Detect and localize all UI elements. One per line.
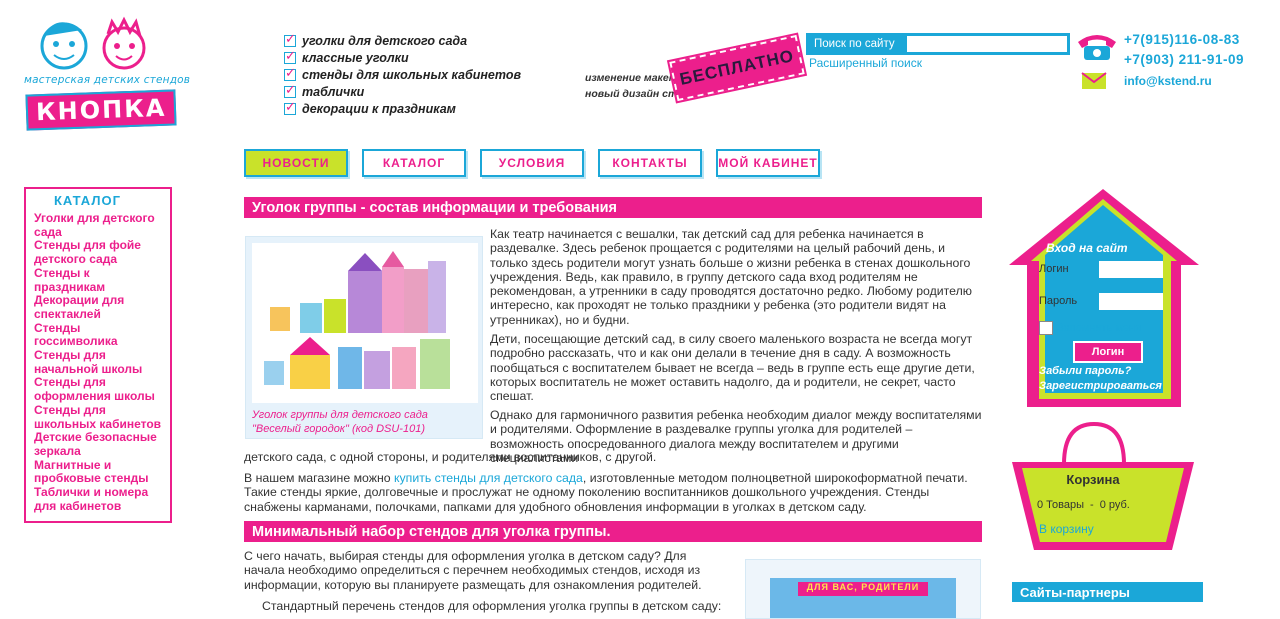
phone-icon	[1078, 35, 1116, 60]
login-form: Вход на сайт Логин Пароль Запомнить меня…	[1033, 241, 1173, 392]
feature-label: таблички	[302, 84, 365, 99]
login-button[interactable]: Логин	[1073, 341, 1143, 363]
email-link[interactable]: info@kstend.ru	[1124, 74, 1212, 88]
login-title: Вход на сайт	[1046, 241, 1128, 255]
partners-heading: Сайты-партнеры	[1012, 582, 1203, 602]
search-input[interactable]	[906, 35, 1068, 53]
catalog-title: КАТАЛОГ	[54, 193, 121, 208]
nav-tab-account[interactable]: МОЙ КАБИНЕТ	[716, 149, 820, 177]
site-logo[interactable]: мастерская детских стендов КНОПКА	[22, 8, 222, 131]
catalog-item[interactable]: Стенды госсимволика	[34, 321, 162, 349]
logo-tagline: мастерская детских стендов	[24, 74, 191, 86]
feature-label: уголки для детского сада	[302, 34, 468, 49]
cart-block: Корзина 0 Товары - 0 руб. В корзину	[1008, 420, 1198, 555]
main-nav: НОВОСТИ КАТАЛОГ УСЛОВИЯ КОНТАКТЫ МОЙ КАБ…	[244, 149, 820, 177]
feature-item[interactable]: классные уголки	[284, 48, 521, 67]
remember-label: Запомнить меня	[1057, 322, 1142, 334]
stand-banner: ДЛЯ ВАС, РОДИТЕЛИ	[798, 582, 928, 596]
feature-label: декорации к праздникам	[302, 101, 456, 116]
login-house: Вход на сайт Логин Пароль Запомнить меня…	[1005, 185, 1201, 415]
checkbox-icon	[284, 82, 296, 98]
article-figure: Уголок группы для детского сада "Веселый…	[245, 236, 483, 439]
cart-sep: -	[1090, 499, 1094, 511]
catalog-sidebar: КАТАЛОГ Уголки для детского сада Стенды …	[24, 187, 172, 523]
checkbox-icon	[284, 99, 296, 115]
search-label: Поиск по сайту	[814, 38, 895, 50]
text-span: В нашем магазине можно	[244, 471, 395, 485]
forgot-password-link[interactable]: Забыли пароль?	[1039, 365, 1131, 377]
nav-tab-catalog[interactable]: КАТАЛОГ	[362, 149, 466, 177]
phone-2[interactable]: +7(903) 211-91-09	[1124, 52, 1244, 67]
article-title: Уголок группы - состав информации и треб…	[244, 197, 982, 218]
free-stamp: БЕСПЛАТНО	[667, 31, 807, 105]
logo-brand: КНОПКА	[25, 89, 177, 131]
basket-icon	[1012, 421, 1194, 550]
phone-1[interactable]: +7(915)116-08-83	[1124, 32, 1240, 47]
remember-checkbox[interactable]	[1039, 321, 1053, 335]
article-paragraph: С чего начать, выбирая стенды для оформл…	[244, 549, 702, 592]
password-input[interactable]	[1099, 293, 1163, 310]
catalog-item[interactable]: Стенды для фойе детского сада	[34, 238, 162, 266]
cart-items: 0 Товары	[1037, 499, 1085, 511]
feature-label: классные уголки	[302, 51, 409, 66]
parents-stand-figure: ДЛЯ ВАС, РОДИТЕЛИ	[745, 559, 981, 619]
remember-me[interactable]: Запомнить меня	[1039, 321, 1141, 335]
catalog-item[interactable]: Уголки для детского сада	[34, 211, 162, 239]
catalog-item[interactable]: Магнитные и пробковые стенды	[34, 458, 162, 486]
catalog-item[interactable]: Стенды к праздникам	[34, 266, 162, 294]
nav-tab-contacts[interactable]: КОНТАКТЫ	[598, 149, 702, 177]
feature-item[interactable]: декорации к праздникам	[284, 99, 521, 117]
catalog-item[interactable]: Декорации для спектаклей	[34, 293, 162, 321]
cart-title: Корзина	[1066, 472, 1120, 487]
article-paragraph: Как театр начинается с вешалки, так детс…	[490, 227, 972, 327]
cart-summary: 0 Товары - 0 руб.	[1037, 499, 1167, 511]
nav-tab-terms[interactable]: УСЛОВИЯ	[480, 149, 584, 177]
feature-list: уголки для детского сада классные уголки…	[284, 31, 522, 117]
feature-label: стенды для школьных кабинетов	[302, 67, 522, 82]
checkbox-icon	[284, 48, 296, 65]
advanced-search-link[interactable]: Расширенный поиск	[809, 56, 922, 70]
password-label: Пароль	[1039, 295, 1078, 307]
catalog-item[interactable]: Детские безопасные зеркала	[34, 430, 162, 458]
kids-faces-icon	[40, 16, 146, 70]
article-paragraph: Стандартный перечень стендов для оформле…	[262, 599, 722, 613]
login-label: Логин	[1039, 263, 1069, 275]
register-link[interactable]: Зарегистрироваться	[1039, 380, 1162, 392]
article-paragraph: В нашем магазине можно купить стенды для…	[244, 471, 982, 514]
product-image[interactable]	[252, 243, 478, 403]
go-to-cart-link[interactable]: В корзину	[1039, 522, 1094, 536]
catalog-item[interactable]: Стенды для оформления школы	[34, 375, 162, 403]
section-heading: Минимальный набор стендов для уголка гру…	[244, 521, 982, 542]
article-paragraph: Дети, посещающие детский сад, в силу сво…	[490, 332, 975, 404]
search-box: Поиск по сайту	[806, 33, 1070, 55]
nav-tab-news[interactable]: НОВОСТИ	[244, 149, 348, 177]
buy-stands-link[interactable]: купить стенды для детского сада	[394, 471, 583, 485]
checkbox-icon	[284, 65, 296, 81]
feature-item[interactable]: стенды для школьных кабинетов	[284, 65, 522, 84]
figure-caption[interactable]: Уголок группы для детского сада "Веселый…	[252, 408, 478, 436]
article-paragraph: детского сада, с одной стороны, и родите…	[244, 450, 657, 464]
catalog-item[interactable]: Стенды для школьных кабинетов	[34, 403, 162, 431]
catalog-item[interactable]: Таблички и номера для кабинетов	[34, 485, 162, 513]
login-input[interactable]	[1099, 261, 1163, 278]
envelope-icon	[1081, 72, 1107, 89]
checkbox-icon	[284, 31, 296, 48]
cart-sum: 0 руб.	[1099, 499, 1130, 511]
feature-item[interactable]: таблички	[284, 82, 521, 100]
catalog-item[interactable]: Стенды для начальной школы	[34, 348, 162, 376]
feature-item[interactable]: уголки для детского сада	[284, 31, 521, 50]
